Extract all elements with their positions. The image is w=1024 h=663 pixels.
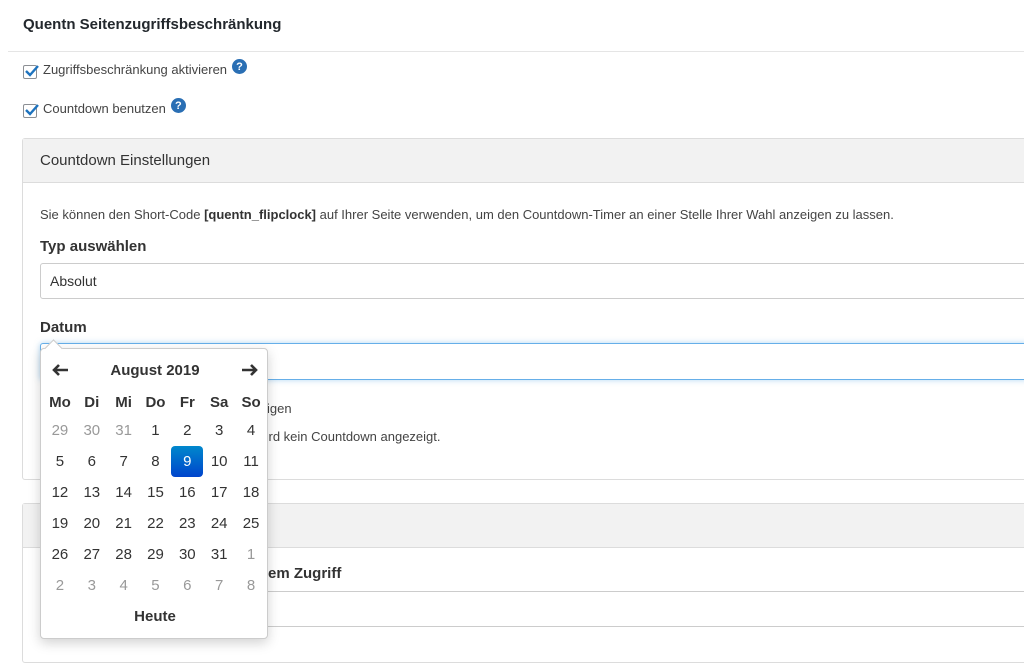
question-circle-icon[interactable]: ? xyxy=(232,59,248,74)
calendar-body: 29 30 31 1 2 3 4 5 6 7 8 9 10 11 12 13 14 15 16 17 18 19 20 21 2… xyxy=(44,415,267,601)
weekday-header: Sa xyxy=(209,393,229,411)
type-label: Typ auswählen xyxy=(40,238,147,255)
shortcode: [quentn_flipclock] xyxy=(204,207,317,222)
calendar-day[interactable]: 29 xyxy=(140,539,172,570)
calendar-week: 5 6 7 8 9 10 11 xyxy=(44,446,267,477)
calendar-day[interactable]: 29 xyxy=(44,415,76,446)
calendar-day[interactable]: 15 xyxy=(140,477,172,508)
calendar-day[interactable]: 6 xyxy=(76,446,108,477)
info-text-pre: Sie können den Short-Code xyxy=(40,207,205,222)
month-year-switch[interactable]: August 2019 xyxy=(81,362,229,379)
calendar-day[interactable]: 19 xyxy=(44,508,76,539)
calendar-day[interactable]: 18 xyxy=(235,477,267,508)
calendar-day[interactable]: 8 xyxy=(140,446,172,477)
use-countdown-label: Countdown benutzen xyxy=(43,101,166,116)
calendar-day[interactable]: 31 xyxy=(203,539,235,570)
calendar-day-selected[interactable]: 9 xyxy=(171,446,204,477)
use-countdown-checkbox[interactable] xyxy=(23,103,39,118)
type-select[interactable]: Absolut xyxy=(40,263,1024,299)
calendar-day[interactable]: 11 xyxy=(235,446,267,477)
datepicker: August 2019 Mo Di Mi Do Fr Sa So 29 30 31 1 2 3 4 5 6 7… xyxy=(40,348,268,639)
type-select-value: Absolut xyxy=(50,273,97,289)
calendar-day[interactable]: 1 xyxy=(235,539,267,570)
today-button[interactable]: Heute xyxy=(41,608,269,625)
calendar-day[interactable]: 2 xyxy=(171,415,203,446)
calendar-day[interactable]: 5 xyxy=(140,570,172,601)
calendar-day[interactable]: 20 xyxy=(76,508,108,539)
calendar-day[interactable]: 10 xyxy=(203,446,235,477)
calendar-day[interactable]: 16 xyxy=(171,477,203,508)
weekday-header: Mo xyxy=(49,393,71,411)
calendar-week: 26 27 28 29 30 31 1 xyxy=(44,539,267,570)
question-circle-icon[interactable]: ? xyxy=(170,98,186,113)
calendar-day[interactable]: 2 xyxy=(44,570,76,601)
calendar-day[interactable]: 8 xyxy=(235,570,267,601)
next-month-button[interactable] xyxy=(235,358,265,382)
calendar-day[interactable]: 24 xyxy=(203,508,235,539)
calendar-day[interactable]: 5 xyxy=(44,446,76,477)
page-title: Quentn Seitenzugriffsbeschränkung xyxy=(23,16,282,33)
calendar-grid: Mo Di Mi Do Fr Sa So 29 30 31 1 2 3 4 5 6 7 8 9 10 11 12 13 14… xyxy=(44,389,267,601)
obscured-hint: /ird kein Countdown angezeigt. xyxy=(262,429,441,444)
date-label: Datum xyxy=(40,319,87,336)
checkmark-icon xyxy=(25,103,39,116)
arrow-left-icon xyxy=(52,364,68,376)
calendar-week: 19 20 21 22 23 24 25 xyxy=(44,508,267,539)
calendar-day[interactable]: 21 xyxy=(108,508,140,539)
divider xyxy=(8,51,1024,52)
calendar-day[interactable]: 23 xyxy=(171,508,203,539)
calendar-day[interactable]: 30 xyxy=(171,539,203,570)
arrow-right-icon xyxy=(242,364,258,376)
weekday-header: Mi xyxy=(115,393,132,411)
calendar-day[interactable]: 4 xyxy=(235,415,267,446)
info-text-post: auf Ihrer Seite verwenden, um den Countd… xyxy=(316,207,894,222)
calendar-day[interactable]: 1 xyxy=(140,415,172,446)
panel-header: Countdown Einstellungen xyxy=(23,139,1024,183)
calendar-day[interactable]: 26 xyxy=(44,539,76,570)
calendar-day[interactable]: 28 xyxy=(108,539,140,570)
calendar-day[interactable]: 30 xyxy=(76,415,108,446)
calendar-day[interactable]: 4 xyxy=(108,570,140,601)
weekday-header: Do xyxy=(145,393,166,411)
calendar-day[interactable]: 7 xyxy=(108,446,140,477)
datepicker-header: August 2019 xyxy=(41,358,269,382)
calendar-day[interactable]: 14 xyxy=(108,477,140,508)
calendar-day[interactable]: 6 xyxy=(171,570,203,601)
calendar-day[interactable]: 3 xyxy=(76,570,108,601)
calendar-week: 12 13 14 15 16 17 18 xyxy=(44,477,267,508)
calendar-day[interactable]: 31 xyxy=(108,415,140,446)
shortcode-info: Sie können den Short-Code [quentn_flipcl… xyxy=(40,207,894,222)
calendar-day[interactable]: 17 xyxy=(203,477,235,508)
use-countdown-row: Countdown benutzen ? xyxy=(23,98,186,118)
weekday-header: Di xyxy=(84,393,100,411)
calendar-day[interactable]: 25 xyxy=(235,508,267,539)
calendar-week: 29 30 31 1 2 3 4 xyxy=(44,415,267,446)
calendar-day[interactable]: 7 xyxy=(203,570,235,601)
calendar-day[interactable]: 13 xyxy=(76,477,108,508)
calendar-day[interactable]: 22 xyxy=(140,508,172,539)
calendar-week: 2345678 xyxy=(44,570,267,601)
weekday-row: Mo Di Mi Do Fr Sa So xyxy=(44,389,267,415)
second-panel-label: em Zugriff xyxy=(268,565,342,582)
enable-restriction-checkbox[interactable] xyxy=(23,64,39,79)
calendar-day[interactable]: 3 xyxy=(203,415,235,446)
weekday-header: Fr xyxy=(179,393,195,411)
prev-month-button[interactable] xyxy=(45,358,75,382)
enable-restriction-label: Zugriffsbeschränkung aktivieren xyxy=(43,62,228,77)
obscured-checkbox-label: igen xyxy=(267,401,292,416)
calendar-day[interactable]: 27 xyxy=(76,539,108,570)
checkmark-icon xyxy=(25,64,39,77)
calendar-day[interactable]: 12 xyxy=(44,477,76,508)
enable-restriction-row: Zugriffsbeschränkung aktivieren ? xyxy=(23,59,248,79)
weekday-header: So xyxy=(241,393,261,411)
